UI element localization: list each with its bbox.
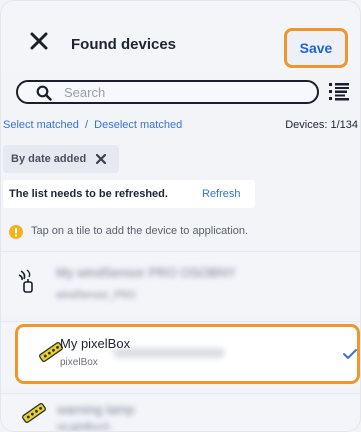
- sort-list-icon: [329, 83, 349, 101]
- device-name: My windSensor PRO OSOBNY: [56, 265, 236, 280]
- search-icon: [36, 85, 52, 101]
- device-name: My pixelBox: [60, 336, 131, 351]
- device-type: wLightBoxS: [57, 422, 110, 432]
- close-icon: [30, 32, 48, 50]
- devices-count: Devices: 1/134: [285, 119, 358, 131]
- separator-text: /: [84, 119, 89, 131]
- selected-tile-highlight[interactable]: My pixelBox pixelBox: [15, 324, 360, 384]
- device-tile-selected[interactable]: My pixelBox pixelBox: [1, 321, 360, 387]
- filter-chip-label: By date added: [11, 153, 87, 165]
- sort-filter-button[interactable]: [328, 81, 350, 103]
- info-warning-icon: [9, 225, 23, 239]
- device-type: windSensor_PRO: [56, 290, 136, 301]
- hint-text: Tap on a tile to add the device to appli…: [31, 225, 249, 237]
- device-tile[interactable]: warning lamp wLightBoxS: [1, 393, 360, 432]
- page-title: Found devices: [71, 36, 177, 53]
- selection-separator: /: [82, 119, 91, 131]
- refresh-notice-text: The list needs to be refreshed.: [9, 188, 168, 200]
- search-input[interactable]: Search: [64, 85, 105, 100]
- close-button[interactable]: [29, 31, 51, 53]
- led-strip-icon: [22, 402, 46, 424]
- device-tile[interactable]: My windSensor PRO OSOBNY windSensor_PRO: [1, 251, 360, 315]
- device-name: warning lamp: [57, 402, 135, 417]
- refresh-link[interactable]: Refresh: [202, 188, 241, 200]
- deselect-matched-link[interactable]: Deselect matched: [94, 119, 182, 131]
- device-type: pixelBox: [60, 357, 98, 368]
- header-bar: Found devices Save: [1, 1, 360, 73]
- filter-chip[interactable]: By date added: [3, 145, 119, 173]
- checkmark-icon: [343, 349, 357, 359]
- wind-sensor-icon: [18, 269, 33, 293]
- selection-row: Select matched / Deselect matched Device…: [3, 119, 358, 135]
- found-devices-screen: Found devices Save Search Select matched…: [0, 0, 361, 432]
- select-matched-link[interactable]: Select matched: [3, 119, 79, 131]
- refresh-notice: The list needs to be refreshed. Refresh: [3, 180, 255, 208]
- save-button[interactable]: Save: [284, 28, 348, 68]
- search-field[interactable]: Search: [16, 80, 319, 104]
- remove-filter-icon[interactable]: [95, 153, 107, 165]
